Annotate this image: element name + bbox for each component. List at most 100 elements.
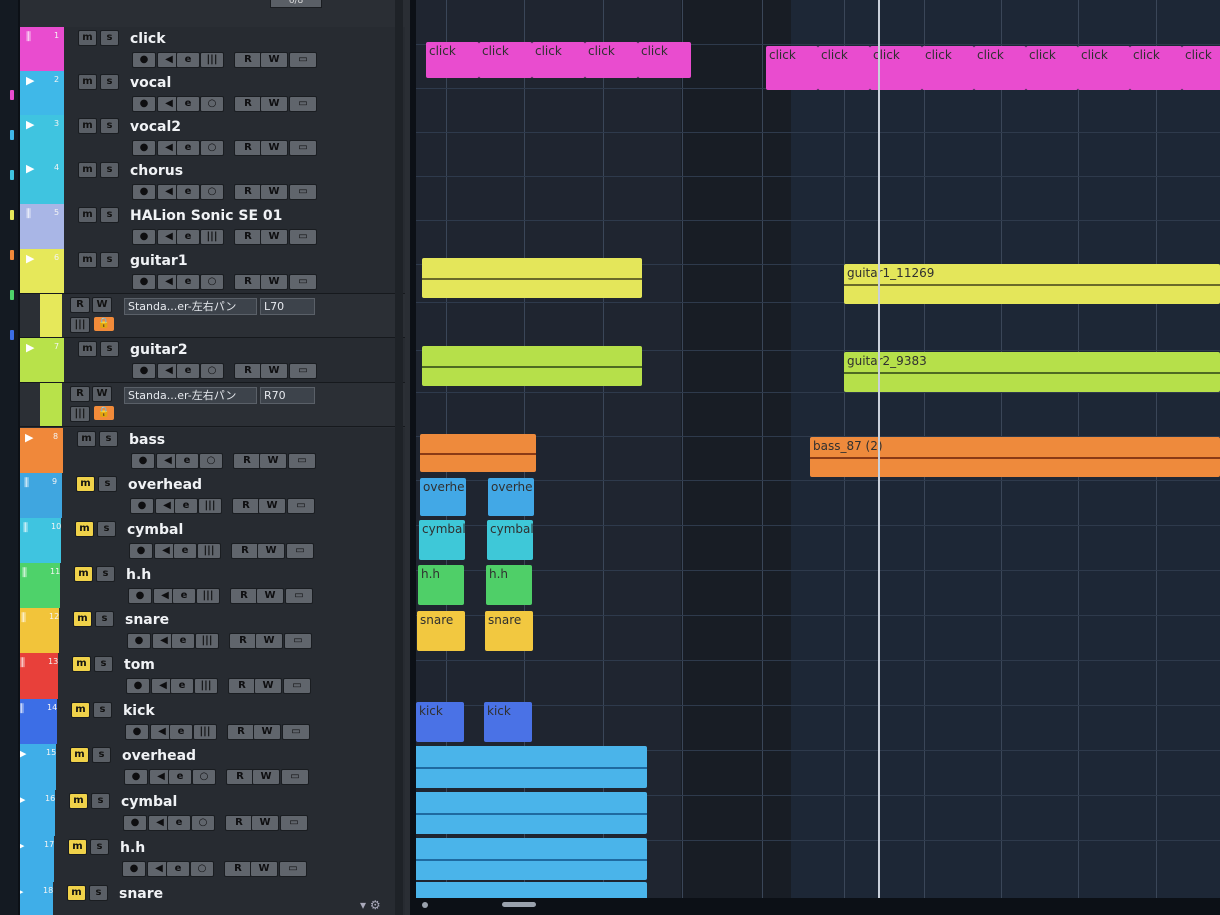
horizontal-scroll-thumb[interactable] xyxy=(502,902,536,907)
record-enable-button[interactable]: ● xyxy=(127,633,151,649)
solo-button[interactable]: s xyxy=(100,74,119,90)
track-options-button[interactable]: ▭ xyxy=(284,633,312,649)
click-event[interactable]: click xyxy=(585,42,638,78)
hh-midi-event[interactable]: h.h xyxy=(486,565,532,605)
solo-button[interactable]: s xyxy=(96,566,115,582)
solo-button[interactable]: s xyxy=(93,702,112,718)
lanes-button[interactable]: ||| xyxy=(196,588,220,604)
track-row[interactable]: ▶ 2 m s vocal ● ◀ e ○ R W ▭ xyxy=(20,71,405,116)
edit-button[interactable]: e xyxy=(168,769,192,785)
lanes-button[interactable]: ○ xyxy=(200,363,224,379)
guitar2-event[interactable]: guitar2_9383 xyxy=(844,352,1220,392)
edit-button[interactable]: e xyxy=(173,543,197,559)
lanes-button[interactable]: ○ xyxy=(191,815,215,831)
click-event[interactable]: click xyxy=(479,42,532,78)
lanes-button[interactable]: ○ xyxy=(200,184,224,200)
read-automation-button[interactable]: R xyxy=(226,769,254,785)
record-enable-button[interactable]: ● xyxy=(132,363,156,379)
track-row[interactable]: ⫼ 9 m s overhead ● ◀ e ||| R W ▭ xyxy=(20,473,405,519)
track-options-button[interactable]: ▭ xyxy=(289,96,317,112)
track-name[interactable]: snare xyxy=(119,886,163,902)
track-color-strip[interactable]: ▶ 15 xyxy=(20,744,56,790)
write-automation-button[interactable]: W xyxy=(256,588,284,604)
write-automation-button[interactable]: W xyxy=(250,861,278,877)
record-enable-button[interactable]: ● xyxy=(131,453,155,469)
write-automation-button[interactable]: W xyxy=(260,52,288,68)
mute-button[interactable]: m xyxy=(78,30,97,46)
track-name[interactable]: overhead xyxy=(122,748,196,764)
record-enable-button[interactable]: ● xyxy=(126,678,150,694)
solo-button[interactable]: s xyxy=(100,118,119,134)
read-automation-button[interactable]: R xyxy=(232,498,260,514)
overhead-midi-event[interactable]: overhe xyxy=(420,478,466,516)
read-automation-button[interactable]: R xyxy=(234,140,262,156)
track-color-strip[interactable]: ▶ 16 xyxy=(20,790,55,836)
track-options-button[interactable]: ▭ xyxy=(279,861,307,877)
record-enable-button[interactable]: ● xyxy=(132,184,156,200)
track-name[interactable]: guitar2 xyxy=(130,342,188,358)
mute-button[interactable]: m xyxy=(78,162,97,178)
automation-parameter-field[interactable]: Standa...er-左右パン xyxy=(124,387,257,404)
track-color-strip[interactable]: ⫼ 13 xyxy=(20,653,58,699)
track-row[interactable]: ▶ 6 m s guitar1 ● ◀ e ○ R W ▭ xyxy=(20,249,405,294)
lanes-button[interactable]: ||| xyxy=(200,52,224,68)
track-options-button[interactable]: ▭ xyxy=(288,453,316,469)
track-color-strip[interactable]: ⫼ 11 xyxy=(20,563,60,608)
edit-button[interactable]: e xyxy=(170,678,194,694)
click-event[interactable]: click xyxy=(974,46,1026,90)
write-automation-button[interactable]: W xyxy=(260,229,288,245)
lanes-toggle-button[interactable]: ||| xyxy=(70,406,90,422)
read-automation-button[interactable]: R xyxy=(229,633,257,649)
track-options-button[interactable]: ▭ xyxy=(285,588,313,604)
track-color-strip[interactable]: ▶ 6 xyxy=(20,249,64,293)
track-options-button[interactable]: ▭ xyxy=(286,543,314,559)
click-event[interactable]: click xyxy=(766,46,818,90)
track-options-button[interactable]: ▭ xyxy=(280,815,308,831)
solo-button[interactable]: s xyxy=(91,793,110,809)
click-event[interactable]: click xyxy=(1026,46,1078,90)
track-options-button[interactable]: ▭ xyxy=(289,184,317,200)
lock-icon[interactable]: 🔒 xyxy=(94,406,114,420)
solo-button[interactable]: s xyxy=(100,30,119,46)
mute-button[interactable]: m xyxy=(67,885,86,901)
mute-button[interactable]: m xyxy=(73,611,92,627)
edit-button[interactable]: e xyxy=(176,96,200,112)
record-enable-button[interactable]: ● xyxy=(132,229,156,245)
record-enable-button[interactable]: ● xyxy=(130,498,154,514)
track-options-button[interactable]: ▭ xyxy=(289,363,317,379)
lanes-button[interactable]: ○ xyxy=(200,140,224,156)
click-event[interactable]: click xyxy=(922,46,974,90)
edit-button[interactable]: e xyxy=(174,498,198,514)
track-color-strip[interactable]: ▶ 17 xyxy=(20,836,54,882)
read-automation-button[interactable]: R xyxy=(231,543,259,559)
track-row[interactable]: ⫼ 11 m s h.h ● ◀ e ||| R W ▭ xyxy=(20,563,405,609)
track-options-button[interactable]: ▭ xyxy=(289,140,317,156)
read-automation-button[interactable]: R xyxy=(234,52,262,68)
track-row[interactable]: ▶ 8 m s bass ● ◀ e ○ R W ▭ xyxy=(20,428,405,474)
track-row[interactable]: ▶ 7 m s guitar2 ● ◀ e ○ R W ▭ xyxy=(20,338,405,383)
track-name[interactable]: HALion Sonic SE 01 xyxy=(130,208,282,224)
write-automation-button[interactable]: W xyxy=(254,678,282,694)
drum-audio-event[interactable] xyxy=(416,838,647,880)
track-options-button[interactable]: ▭ xyxy=(287,498,315,514)
solo-button[interactable]: s xyxy=(95,611,114,627)
edit-button[interactable]: e xyxy=(176,140,200,156)
read-button[interactable]: R xyxy=(70,297,90,313)
track-name[interactable]: snare xyxy=(125,612,169,628)
kick-midi-event[interactable]: kick xyxy=(484,702,532,742)
edit-button[interactable]: e xyxy=(172,588,196,604)
lock-icon[interactable]: 🔒 xyxy=(94,317,114,331)
lanes-button[interactable]: ○ xyxy=(200,96,224,112)
mute-button[interactable]: m xyxy=(68,839,87,855)
lanes-button[interactable]: ||| xyxy=(198,498,222,514)
track-name[interactable]: h.h xyxy=(126,567,151,583)
track-color-strip[interactable]: ▶ 7 xyxy=(20,338,64,382)
record-enable-button[interactable]: ● xyxy=(129,543,153,559)
mute-button[interactable]: m xyxy=(78,341,97,357)
record-enable-button[interactable]: ● xyxy=(128,588,152,604)
solo-button[interactable]: s xyxy=(89,885,108,901)
read-automation-button[interactable]: R xyxy=(234,274,262,290)
lanes-button[interactable]: ||| xyxy=(200,229,224,245)
track-color-strip[interactable]: ▶ 2 xyxy=(20,71,64,115)
solo-button[interactable]: s xyxy=(100,252,119,268)
